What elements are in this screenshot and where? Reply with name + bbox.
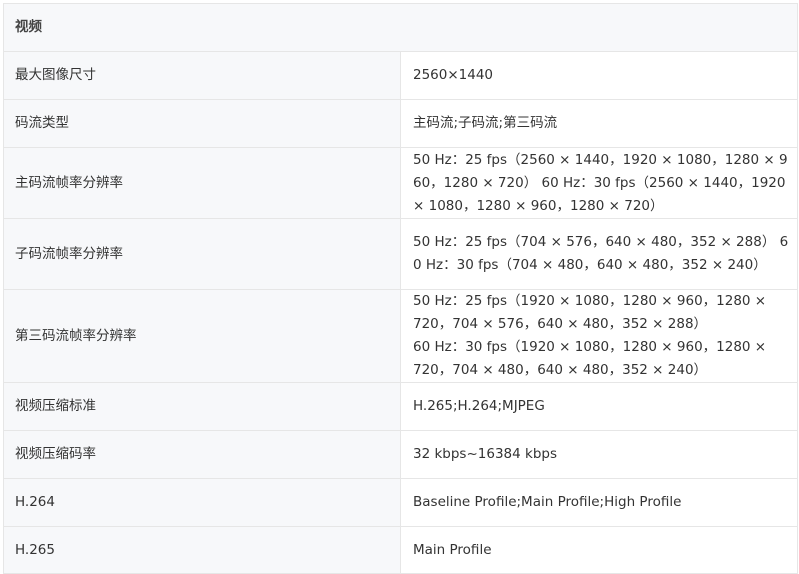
table-row: 主码流帧率分辨率 50 Hz：25 fps（2560 × 1440，1920 ×… <box>3 147 798 219</box>
video-spec-table: 视频 最大图像尺寸 2560×1440 码流类型 主码流;子码流;第三码流 主码… <box>3 3 798 574</box>
spec-key-max-image-size: 最大图像尺寸 <box>3 51 401 100</box>
spec-key-sub-stream-resolution: 子码流帧率分辨率 <box>3 218 401 290</box>
spec-value-max-image-size: 2560×1440 <box>400 51 798 100</box>
spec-key-h265: H.265 <box>3 526 401 574</box>
table-row: H.264 Baseline Profile;Main Profile;High… <box>3 478 798 527</box>
spec-value-video-compression: H.265;H.264;MJPEG <box>400 382 798 431</box>
spec-key-video-compression: 视频压缩标准 <box>3 382 401 431</box>
third-stream-line-60hz: 60 Hz：30 fps（1920 × 1080，1280 × 960，1280… <box>413 339 767 378</box>
spec-key-stream-type: 码流类型 <box>3 99 401 148</box>
spec-key-third-stream-resolution: 第三码流帧率分辨率 <box>3 289 401 383</box>
spec-value-stream-type: 主码流;子码流;第三码流 <box>400 99 798 148</box>
spec-value-main-stream-resolution: 50 Hz：25 fps（2560 × 1440，1920 × 1080，128… <box>400 147 798 219</box>
spec-key-h264: H.264 <box>3 478 401 527</box>
section-header-row: 视频 <box>3 3 798 52</box>
spec-value-sub-stream-resolution: 50 Hz：25 fps（704 × 576，640 × 480，352 × 2… <box>400 218 798 290</box>
table-row: 子码流帧率分辨率 50 Hz：25 fps（704 × 576，640 × 48… <box>3 218 798 290</box>
table-row: 最大图像尺寸 2560×1440 <box>3 51 798 100</box>
spec-key-video-bitrate: 视频压缩码率 <box>3 430 401 479</box>
table-row: 视频压缩码率 32 kbps~16384 kbps <box>3 430 798 479</box>
section-title: 视频 <box>3 3 798 52</box>
spec-key-main-stream-resolution: 主码流帧率分辨率 <box>3 147 401 219</box>
table-row: 视频压缩标准 H.265;H.264;MJPEG <box>3 382 798 431</box>
table-row: 码流类型 主码流;子码流;第三码流 <box>3 99 798 148</box>
third-stream-line-50hz: 50 Hz：25 fps（1920 × 1080，1280 × 960，1280… <box>413 293 767 332</box>
table-row: 第三码流帧率分辨率 50 Hz：25 fps（1920 × 1080，1280 … <box>3 289 798 383</box>
spec-value-h265: Main Profile <box>400 526 798 574</box>
spec-value-third-stream-resolution: 50 Hz：25 fps（1920 × 1080，1280 × 960，1280… <box>400 289 798 383</box>
spec-value-video-bitrate: 32 kbps~16384 kbps <box>400 430 798 479</box>
table-row: H.265 Main Profile <box>3 526 798 574</box>
spec-value-h264: Baseline Profile;Main Profile;High Profi… <box>400 478 798 527</box>
